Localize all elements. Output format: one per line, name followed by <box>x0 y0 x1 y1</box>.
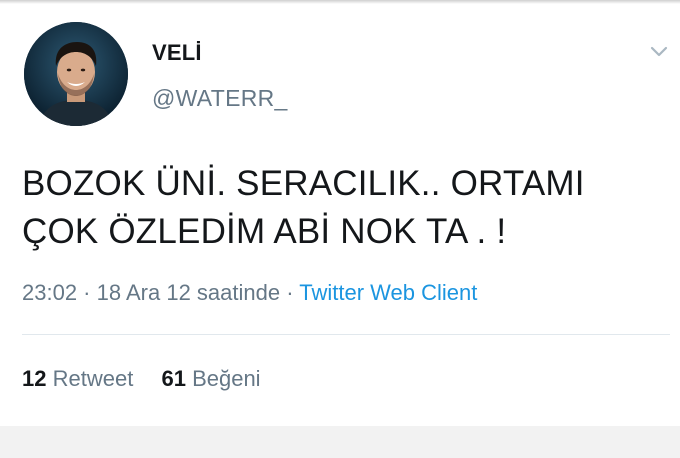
tweet-text-line: ÇOK ÖZLEDİM ABİ NOK TA . ! <box>22 212 507 251</box>
tweet-stats: 12 Retweet 61 Beğeni <box>22 366 261 392</box>
retweet-label: Retweet <box>52 366 134 391</box>
meta-separator: · <box>280 280 300 305</box>
like-label: Beğeni <box>192 366 261 391</box>
tweet-date[interactable]: 18 Ara 12 saatinde <box>97 280 280 305</box>
tweet-meta: 23:02 · 18 Ara 12 saatinde · Twitter Web… <box>22 280 477 306</box>
tweet-text: BOZOK ÜNİ. SERACILIK.. ORTAMI ÇOK ÖZLEDİ… <box>22 160 662 256</box>
top-edge <box>0 0 680 4</box>
tweet-text-line: BOZOK ÜNİ. SERACILIK.. ORTAMI <box>22 164 585 203</box>
like-stat[interactable]: 61 Beğeni <box>161 366 260 392</box>
tweet-time[interactable]: 23:02 <box>22 280 77 305</box>
avatar[interactable] <box>24 22 128 126</box>
tweet-source-link[interactable]: Twitter Web Client <box>299 280 477 305</box>
like-count: 61 <box>161 366 186 391</box>
divider <box>22 334 670 335</box>
user-handle[interactable]: @WATERR_ <box>152 85 288 112</box>
retweet-stat[interactable]: 12 Retweet <box>22 366 133 392</box>
meta-separator: · <box>77 280 97 305</box>
retweet-count: 12 <box>22 366 47 391</box>
tweet-card: VELİ @WATERR_ BOZOK ÜNİ. SERACILIK.. ORT… <box>0 0 680 426</box>
display-name[interactable]: VELİ <box>152 40 202 66</box>
avatar-image <box>24 22 128 126</box>
chevron-down-icon[interactable] <box>648 42 670 60</box>
